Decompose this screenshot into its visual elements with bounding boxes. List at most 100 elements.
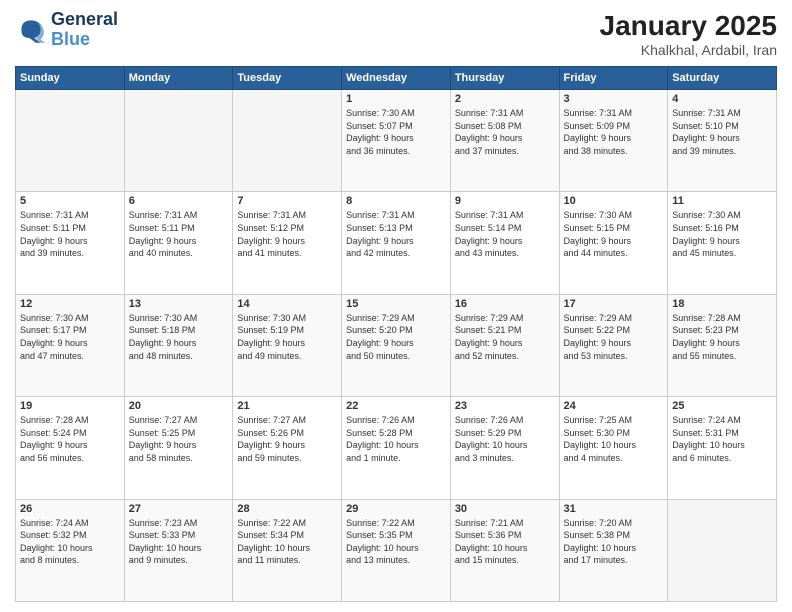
column-header-monday: Monday [124,67,233,90]
day-info: Sunrise: 7:31 AM Sunset: 5:14 PM Dayligh… [455,209,555,259]
day-info: Sunrise: 7:29 AM Sunset: 5:22 PM Dayligh… [564,312,664,362]
day-info: Sunrise: 7:31 AM Sunset: 5:10 PM Dayligh… [672,107,772,157]
day-number: 3 [564,93,664,105]
calendar-cell: 18Sunrise: 7:28 AM Sunset: 5:23 PM Dayli… [668,294,777,396]
page-subtitle: Khalkhal, Ardabil, Iran [600,42,777,58]
day-number: 28 [237,503,337,515]
day-info: Sunrise: 7:22 AM Sunset: 5:35 PM Dayligh… [346,517,446,567]
day-number: 15 [346,298,446,310]
calendar-cell [668,499,777,601]
day-number: 14 [237,298,337,310]
column-header-sunday: Sunday [16,67,125,90]
day-info: Sunrise: 7:20 AM Sunset: 5:38 PM Dayligh… [564,517,664,567]
day-number: 6 [129,195,229,207]
title-block: January 2025 Khalkhal, Ardabil, Iran [600,10,777,58]
calendar-cell: 7 Sunrise: 7:31 AM Sunset: 5:12 PM Daylig… [233,192,342,294]
day-info: Sunrise: 7:30 AM Sunset: 5:07 PM Dayligh… [346,107,446,157]
day-number: 10 [564,195,664,207]
calendar-cell: 13Sunrise: 7:30 AM Sunset: 5:18 PM Dayli… [124,294,233,396]
calendar-week-row: 12 Sunrise: 7:30 AM Sunset: 5:17 PM Dayli… [16,294,777,396]
day-number: 21 [237,400,337,412]
calendar-cell: 12 Sunrise: 7:30 AM Sunset: 5:17 PM Dayli… [16,294,125,396]
day-number: 12 [20,298,120,310]
calendar-week-row: 19 Sunrise: 7:28 AM Sunset: 5:24 PM Dayli… [16,397,777,499]
column-header-tuesday: Tuesday [233,67,342,90]
day-info: Sunrise: 7:29 AM Sunset: 5:20 PM Dayligh… [346,312,446,362]
day-info: Sunrise: 7:30 AM Sunset: 5:16 PM Dayligh… [672,209,772,259]
calendar-cell: 2 Sunrise: 7:31 AM Sunset: 5:08 PM Daylig… [450,90,559,192]
day-number: 1 [346,93,446,105]
calendar-cell: 30 Sunrise: 7:21 AM Sunset: 5:36 PM Dayli… [450,499,559,601]
day-info: Sunrise: 7:26 AM Sunset: 5:28 PM Dayligh… [346,414,446,464]
calendar-cell: 8 Sunrise: 7:31 AM Sunset: 5:13 PM Daylig… [342,192,451,294]
calendar-header-row: SundayMondayTuesdayWednesdayThursdayFrid… [16,67,777,90]
day-number: 2 [455,93,555,105]
calendar-cell: 31Sunrise: 7:20 AM Sunset: 5:38 PM Dayli… [559,499,668,601]
calendar-cell: 17 Sunrise: 7:29 AM Sunset: 5:22 PM Dayli… [559,294,668,396]
day-number: 5 [20,195,120,207]
calendar-cell: 20 Sunrise: 7:27 AM Sunset: 5:25 PM Dayli… [124,397,233,499]
day-number: 26 [20,503,120,515]
calendar-cell: 26 Sunrise: 7:24 AM Sunset: 5:32 PM Dayli… [16,499,125,601]
calendar-cell: 14 Sunrise: 7:30 AM Sunset: 5:19 PM Dayli… [233,294,342,396]
calendar-cell: 1 Sunrise: 7:30 AM Sunset: 5:07 PM Daylig… [342,90,451,192]
calendar-week-row: 26 Sunrise: 7:24 AM Sunset: 5:32 PM Dayli… [16,499,777,601]
day-number: 24 [564,400,664,412]
calendar-week-row: 5 Sunrise: 7:31 AM Sunset: 5:11 PM Daylig… [16,192,777,294]
day-number: 13 [129,298,229,310]
day-info: Sunrise: 7:24 AM Sunset: 5:32 PM Dayligh… [20,517,120,567]
day-number: 20 [129,400,229,412]
calendar-cell [233,90,342,192]
calendar-cell: 29 Sunrise: 7:22 AM Sunset: 5:35 PM Dayli… [342,499,451,601]
day-number: 29 [346,503,446,515]
day-info: Sunrise: 7:21 AM Sunset: 5:36 PM Dayligh… [455,517,555,567]
day-info: Sunrise: 7:25 AM Sunset: 5:30 PM Dayligh… [564,414,664,464]
calendar-cell [16,90,125,192]
day-info: Sunrise: 7:29 AM Sunset: 5:21 PM Dayligh… [455,312,555,362]
day-info: Sunrise: 7:23 AM Sunset: 5:33 PM Dayligh… [129,517,229,567]
day-info: Sunrise: 7:30 AM Sunset: 5:17 PM Dayligh… [20,312,120,362]
column-header-friday: Friday [559,67,668,90]
calendar-cell: 23Sunrise: 7:26 AM Sunset: 5:29 PM Dayli… [450,397,559,499]
calendar-cell: 4Sunrise: 7:31 AM Sunset: 5:10 PM Daylig… [668,90,777,192]
calendar-cell: 27 Sunrise: 7:23 AM Sunset: 5:33 PM Dayli… [124,499,233,601]
day-number: 23 [455,400,555,412]
day-info: Sunrise: 7:31 AM Sunset: 5:08 PM Dayligh… [455,107,555,157]
logo-icon [15,14,47,46]
calendar-cell: 5Sunrise: 7:31 AM Sunset: 5:11 PM Daylig… [16,192,125,294]
calendar-cell: 10 Sunrise: 7:30 AM Sunset: 5:15 PM Dayli… [559,192,668,294]
day-info: Sunrise: 7:27 AM Sunset: 5:26 PM Dayligh… [237,414,337,464]
day-info: Sunrise: 7:22 AM Sunset: 5:34 PM Dayligh… [237,517,337,567]
day-number: 8 [346,195,446,207]
calendar-week-row: 1 Sunrise: 7:30 AM Sunset: 5:07 PM Daylig… [16,90,777,192]
day-info: Sunrise: 7:30 AM Sunset: 5:15 PM Dayligh… [564,209,664,259]
calendar-cell: 16Sunrise: 7:29 AM Sunset: 5:21 PM Dayli… [450,294,559,396]
column-header-thursday: Thursday [450,67,559,90]
header: General Blue January 2025 Khalkhal, Arda… [15,10,777,58]
calendar-cell: 11 Sunrise: 7:30 AM Sunset: 5:16 PM Dayli… [668,192,777,294]
day-number: 19 [20,400,120,412]
column-header-wednesday: Wednesday [342,67,451,90]
day-number: 11 [672,195,772,207]
day-info: Sunrise: 7:24 AM Sunset: 5:31 PM Dayligh… [672,414,772,464]
day-info: Sunrise: 7:27 AM Sunset: 5:25 PM Dayligh… [129,414,229,464]
day-info: Sunrise: 7:31 AM Sunset: 5:12 PM Dayligh… [237,209,337,259]
day-number: 22 [346,400,446,412]
day-number: 17 [564,298,664,310]
calendar-cell: 24 Sunrise: 7:25 AM Sunset: 5:30 PM Dayli… [559,397,668,499]
calendar-cell: 22 Sunrise: 7:26 AM Sunset: 5:28 PM Dayli… [342,397,451,499]
calendar-table: SundayMondayTuesdayWednesdayThursdayFrid… [15,66,777,602]
day-info: Sunrise: 7:31 AM Sunset: 5:13 PM Dayligh… [346,209,446,259]
column-header-saturday: Saturday [668,67,777,90]
day-info: Sunrise: 7:28 AM Sunset: 5:24 PM Dayligh… [20,414,120,464]
day-info: Sunrise: 7:31 AM Sunset: 5:11 PM Dayligh… [129,209,229,259]
day-number: 25 [672,400,772,412]
day-number: 7 [237,195,337,207]
page: General Blue January 2025 Khalkhal, Arda… [0,0,792,612]
calendar-cell: 3Sunrise: 7:31 AM Sunset: 5:09 PM Daylig… [559,90,668,192]
calendar-cell: 15 Sunrise: 7:29 AM Sunset: 5:20 PM Dayli… [342,294,451,396]
day-number: 30 [455,503,555,515]
day-number: 27 [129,503,229,515]
calendar-cell [124,90,233,192]
day-info: Sunrise: 7:30 AM Sunset: 5:19 PM Dayligh… [237,312,337,362]
